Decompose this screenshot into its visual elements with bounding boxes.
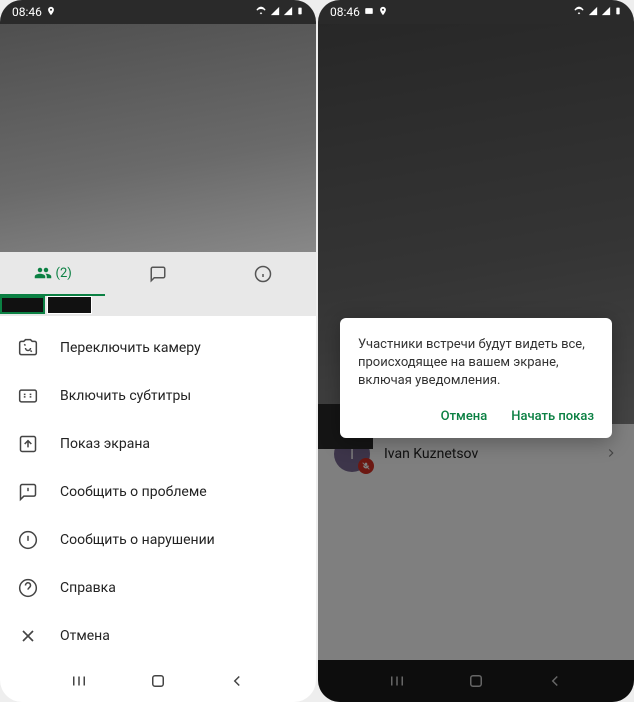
screen-right: 08:46 I Ivan Kuznetsov Участники встреч (318, 0, 634, 702)
help-icon (18, 578, 38, 598)
menu-switch-camera-label: Переключить камеру (60, 340, 201, 356)
wifi-icon (255, 5, 267, 19)
screen-left: 08:46 (2) Переключить ка (0, 0, 316, 702)
close-icon (18, 626, 38, 646)
nav-back[interactable] (226, 670, 248, 692)
menu-share-screen-label: Показ экрана (60, 436, 150, 452)
signal-icon-2 (283, 5, 293, 19)
menu-help-label: Справка (60, 580, 116, 596)
tab-bar: (2) (0, 252, 316, 296)
tab-participants[interactable]: (2) (0, 252, 105, 296)
status-bar: 08:46 (0, 0, 316, 24)
participants-count: (2) (56, 266, 72, 281)
menu-report-problem-label: Сообщить о проблеме (60, 484, 207, 500)
wifi-icon (573, 5, 585, 19)
nav-recents[interactable] (386, 670, 408, 692)
report-abuse-icon (18, 530, 38, 550)
content-area: I Ivan Kuznetsov (318, 424, 634, 660)
captions-icon (18, 386, 38, 406)
thumb-row (0, 296, 316, 316)
switch-camera-icon (18, 338, 38, 358)
menu-cancel-label: Отмена (60, 628, 110, 644)
thumbnail-other[interactable] (47, 296, 92, 314)
nav-home[interactable] (465, 670, 487, 692)
nav-recents[interactable] (68, 670, 90, 692)
menu-help[interactable]: Справка (0, 564, 316, 612)
menu-report-abuse-label: Сообщить о нарушении (60, 532, 215, 548)
nav-bar (0, 660, 316, 702)
dialog-start-button[interactable]: Начать показ (511, 409, 594, 424)
menu-cancel[interactable]: Отмена (0, 612, 316, 660)
status-time: 08:46 (12, 5, 42, 19)
nav-bar (318, 660, 634, 702)
nav-back[interactable] (544, 670, 566, 692)
battery-icon (296, 5, 304, 20)
mic-muted-icon (358, 458, 374, 474)
tab-info[interactable] (211, 252, 316, 296)
chevron-right-icon (604, 445, 618, 464)
tab-chat[interactable] (105, 252, 210, 296)
signal-icon-2 (601, 5, 611, 19)
thumbnail-self[interactable] (0, 296, 45, 314)
overflow-menu: Переключить камеру Включить субтитры Пок… (0, 316, 316, 660)
menu-switch-camera[interactable]: Переключить камеру (0, 324, 316, 372)
share-screen-icon (18, 434, 38, 454)
menu-captions[interactable]: Включить субтитры (0, 372, 316, 420)
dialog-message: Участники встречи будут видеть все, прои… (358, 336, 594, 391)
participant-name: Ivan Kuznetsov (384, 446, 590, 462)
location-icon (46, 5, 56, 19)
location-icon (378, 5, 388, 19)
menu-report-problem[interactable]: Сообщить о проблеме (0, 468, 316, 516)
nav-home[interactable] (147, 670, 169, 692)
menu-share-screen[interactable]: Показ экрана (0, 420, 316, 468)
menu-captions-label: Включить субтитры (60, 388, 191, 404)
screenshot-icon (364, 5, 374, 19)
video-area (0, 24, 316, 252)
signal-icon (270, 5, 280, 19)
dialog-cancel-button[interactable]: Отмена (441, 409, 488, 424)
status-bar: 08:46 (318, 0, 634, 24)
battery-icon (614, 5, 622, 20)
status-time: 08:46 (330, 5, 360, 19)
share-screen-dialog: Участники встречи будут видеть все, прои… (340, 318, 612, 438)
report-problem-icon (18, 482, 38, 502)
signal-icon (588, 5, 598, 19)
menu-report-abuse[interactable]: Сообщить о нарушении (0, 516, 316, 564)
